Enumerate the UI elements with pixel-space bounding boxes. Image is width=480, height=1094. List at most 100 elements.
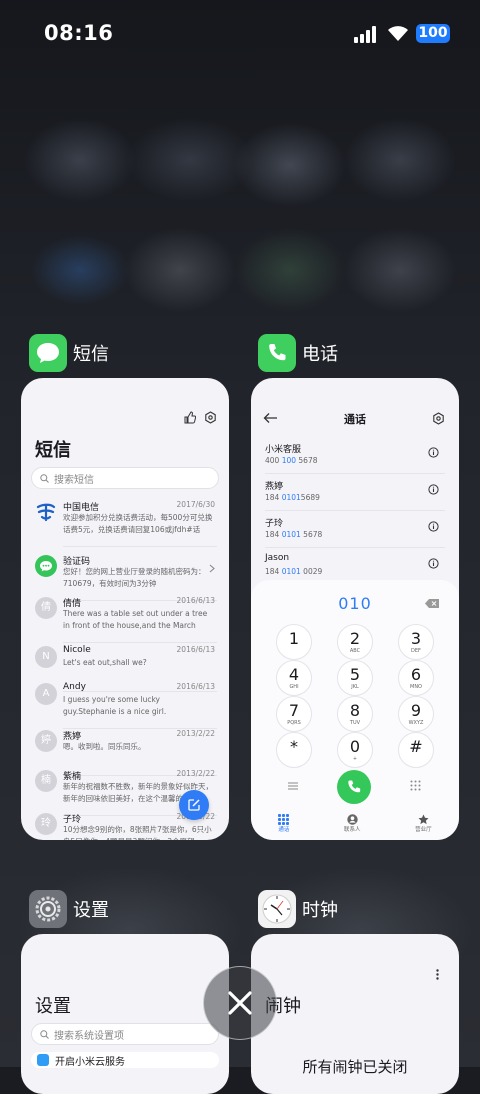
- message-preview: I guess you're some lucky guy.Stephanie …: [63, 695, 167, 716]
- china-telecom-logo: [35, 501, 57, 523]
- settings-gear-icon[interactable]: [204, 411, 217, 424]
- contact-avatar: 玲: [35, 813, 57, 835]
- info-icon[interactable]: [428, 447, 439, 458]
- menu-icon[interactable]: [288, 782, 298, 790]
- more-options-icon[interactable]: [436, 969, 439, 980]
- contact-row[interactable]: 小米客服 400 100 5678: [265, 437, 445, 474]
- dialpad-key-7[interactable]: 7 PQRS: [276, 696, 312, 732]
- search-icon: [40, 473, 49, 483]
- info-icon[interactable]: [428, 521, 439, 532]
- contact-name: 子玲: [265, 519, 284, 529]
- contact-avatar: A: [35, 683, 57, 705]
- contact-avatar: 倩: [35, 597, 57, 619]
- tab-service-hall[interactable]: 营业厅: [415, 810, 432, 840]
- message-date: 2017/6/30: [176, 500, 215, 509]
- contact-name: 燕婷: [265, 482, 284, 492]
- person-icon: [347, 814, 358, 825]
- settings-app-name: 设置: [73, 900, 109, 921]
- message-preview: 欢迎参加积分兑换话费活动，每500分可兑换话费5元，兑换话费请回复106或jfd…: [63, 513, 213, 534]
- dialpad-key-1[interactable]: 1: [276, 624, 312, 660]
- sms-app-icon: [29, 334, 67, 372]
- contact-name: Jason: [265, 553, 290, 563]
- contact-number: 184 0101 0029: [265, 567, 323, 576]
- contact-number: 184 0101 5678: [265, 530, 323, 539]
- message-preview: 嗯。收到啦。同乐同乐。: [63, 742, 146, 751]
- clock-app-card[interactable]: 闹钟 所有闹钟已关闭: [251, 934, 459, 1094]
- sms-search-placeholder: 搜索短信: [54, 474, 94, 486]
- settings-page-title: 设置: [35, 996, 71, 1017]
- message-row[interactable]: 中国电信 2017/6/30 欢迎参加积分兑换话费活动，每500分可兑换话费5元…: [21, 493, 229, 547]
- dialpad-toggle-icon[interactable]: [410, 780, 421, 791]
- battery-level-badge: 100: [416, 24, 450, 43]
- contact-avatar: 楠: [35, 770, 57, 792]
- tab-contacts[interactable]: 联系人: [344, 810, 360, 840]
- phone-call-icon: [348, 780, 361, 793]
- phone-app-name: 电话: [302, 344, 338, 365]
- dialpad-key-9[interactable]: 9 WXYZ: [398, 696, 434, 732]
- phone-app-card[interactable]: 通话 小米客服 400 100 5678 燕婷 184 01015689 子玲 …: [251, 378, 459, 840]
- clock-app-header[interactable]: 时钟: [258, 890, 338, 928]
- message-preview: 10分想念9别的你，8张照片7张是你，6只小鸟5只像你，4颗星星3颗闪你，2个愿…: [63, 825, 212, 840]
- thumbs-up-icon[interactable]: [183, 411, 196, 424]
- settings-item-mi-cloud[interactable]: 开启小米云服务: [31, 1052, 219, 1068]
- sms-app-header[interactable]: 短信: [29, 334, 109, 372]
- settings-app-card[interactable]: 设置 搜索系统设置项 开启小米云服务: [21, 934, 229, 1094]
- contact-avatar: 婷: [35, 730, 57, 752]
- dialpad-key-star[interactable]: *: [276, 732, 312, 768]
- message-date: 2013/2/22: [176, 769, 215, 778]
- sms-search-input[interactable]: 搜索短信: [31, 467, 219, 489]
- dialpad-key-8[interactable]: 8 TUV: [337, 696, 373, 732]
- message-date: 2016/6/13: [176, 596, 215, 605]
- dialpad-key-2[interactable]: 2 ABC: [337, 624, 373, 660]
- message-preview: Let's eat out,shall we?: [63, 658, 147, 667]
- dialpad-key-5[interactable]: 5 JKL: [337, 660, 373, 696]
- settings-search-input[interactable]: 搜索系统设置项: [31, 1023, 219, 1045]
- star-icon: [418, 814, 429, 825]
- settings-search-placeholder: 搜索系统设置项: [54, 1030, 124, 1042]
- call-button[interactable]: [337, 770, 371, 804]
- message-row[interactable]: 倩 倩倩 2016/6/13 There was a table set out…: [21, 589, 229, 643]
- compose-message-button[interactable]: [179, 790, 209, 820]
- settings-gear-icon[interactable]: [432, 412, 445, 425]
- cellular-signal-icon: [354, 25, 378, 43]
- contact-row[interactable]: 子玲 184 0101 5678: [265, 511, 445, 548]
- clock-app-name: 时钟: [302, 900, 338, 921]
- sms-app-name: 短信: [73, 344, 109, 365]
- message-sender: Andy: [63, 682, 86, 692]
- keypad-icon: [278, 814, 290, 825]
- message-row[interactable]: A Andy 2016/6/13 I guess you're some luc…: [21, 675, 229, 729]
- cloud-icon: [37, 1054, 49, 1066]
- compose-icon: [188, 799, 200, 811]
- settings-app-header[interactable]: 设置: [29, 890, 109, 928]
- message-sender: Nicole: [63, 645, 91, 655]
- dialpad-panel: 010 1 2 ABC 3 DEF 4 GHI 5 JKL 6 MNO 7 PQRS 8 TU…: [251, 580, 459, 840]
- contact-avatar: N: [35, 646, 57, 668]
- verification-chat-icon: [35, 555, 57, 577]
- clear-all-apps-button[interactable]: [203, 966, 277, 1040]
- info-icon[interactable]: [428, 484, 439, 495]
- sms-app-card[interactable]: 短信 搜索短信 中国电信 2017/6/30 欢迎参加积分兑换话费活动，每500…: [21, 378, 229, 840]
- contact-row[interactable]: 燕婷 184 01015689: [265, 474, 445, 511]
- tab-calls[interactable]: 通话: [278, 810, 289, 840]
- dialpad-key-6[interactable]: 6 MNO: [398, 660, 434, 696]
- dialpad-key-0[interactable]: 0 +: [337, 732, 373, 768]
- backspace-icon[interactable]: [425, 599, 439, 608]
- search-icon: [40, 1029, 49, 1039]
- status-time: 08:16: [44, 21, 114, 45]
- dialpad-key-4[interactable]: 4 GHI: [276, 660, 312, 696]
- dialpad-key-3[interactable]: 3 DEF: [398, 624, 434, 660]
- message-date: 2016/6/13: [176, 682, 215, 691]
- wifi-icon: [388, 26, 408, 41]
- info-icon[interactable]: [428, 558, 439, 569]
- contact-number: 400 100 5678: [265, 456, 318, 465]
- message-date: 2013/2/22: [176, 729, 215, 738]
- contact-name: 小米客服: [265, 445, 302, 455]
- phone-app-header[interactable]: 电话: [258, 334, 338, 372]
- phone-app-icon: [258, 334, 296, 372]
- status-bar: 08:16 100: [0, 0, 480, 66]
- dialpad-key-hash[interactable]: #: [398, 732, 434, 768]
- settings-app-icon: [29, 890, 67, 928]
- message-preview: There was a table set out under a tree i…: [63, 609, 208, 630]
- contact-number: 184 01015689: [265, 493, 320, 502]
- sms-page-title: 短信: [35, 440, 71, 461]
